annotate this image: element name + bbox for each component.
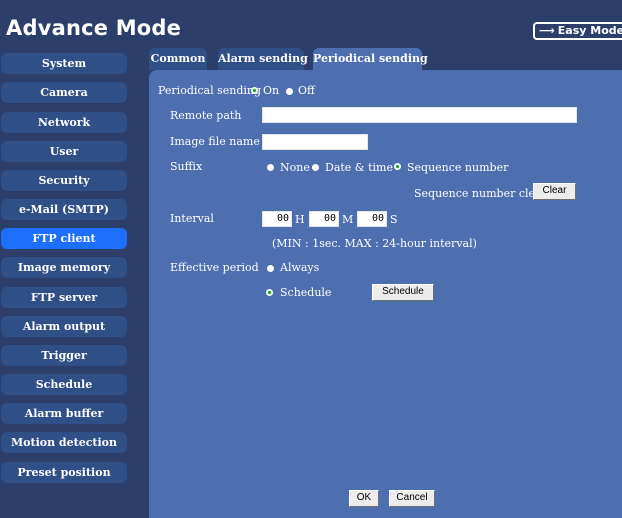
sidebar-item-alarm-output[interactable]: Alarm output	[1, 316, 127, 337]
easy-mode-button[interactable]: ⟶ Easy Mode	[533, 22, 622, 40]
sidebar-item-ftp-server[interactable]: FTP server	[1, 287, 127, 308]
interval-hours-input[interactable]: 00	[262, 211, 292, 227]
effective-period-always-radio[interactable]	[267, 265, 274, 272]
clear-button[interactable]: Clear	[533, 183, 576, 200]
tab-periodical-sending[interactable]: Periodical sending	[313, 48, 428, 70]
sidebar: System Camera Network User Security e-Ma…	[0, 48, 138, 518]
suffix-label: Suffix	[170, 160, 203, 173]
image-file-name-input[interactable]	[262, 134, 368, 150]
effective-period-schedule-label: Schedule	[280, 286, 332, 299]
interval-label: Interval	[170, 212, 214, 225]
remote-path-input[interactable]	[262, 107, 577, 123]
page-title: Advance Mode	[6, 16, 182, 40]
sidebar-item-preset-position[interactable]: Preset position	[1, 462, 127, 483]
sidebar-item-user[interactable]: User	[1, 141, 127, 162]
sidebar-item-schedule[interactable]: Schedule	[1, 374, 127, 395]
interval-hours-unit: H	[295, 213, 305, 226]
periodical-sending-on-label: On	[263, 84, 280, 97]
periodical-sending-label: Periodical sending	[158, 84, 262, 97]
sidebar-item-alarm-buffer[interactable]: Alarm buffer	[1, 403, 127, 424]
effective-period-schedule-radio[interactable]	[266, 289, 273, 296]
tab-alarm-sending[interactable]: Alarm sending	[218, 48, 308, 70]
effective-period-label: Effective period	[170, 261, 259, 274]
interval-seconds-input[interactable]: 00	[357, 211, 387, 227]
suffix-none-label: None	[280, 161, 310, 174]
suffix-sequence-number-radio[interactable]	[394, 163, 401, 170]
schedule-button[interactable]: Schedule	[372, 284, 434, 301]
suffix-none-radio[interactable]	[267, 164, 274, 171]
tab-common[interactable]: Common	[149, 48, 207, 70]
sidebar-item-image-memory[interactable]: Image memory	[1, 257, 127, 278]
interval-seconds-unit: S	[390, 213, 398, 226]
sidebar-item-trigger[interactable]: Trigger	[1, 345, 127, 366]
sidebar-item-security[interactable]: Security	[1, 170, 127, 191]
remote-path-label: Remote path	[170, 109, 242, 122]
sidebar-item-ftp-client[interactable]: FTP client	[1, 228, 127, 249]
suffix-date-time-radio[interactable]	[312, 164, 319, 171]
effective-period-always-label: Always	[280, 261, 320, 274]
cancel-button[interactable]: Cancel	[389, 490, 435, 507]
sidebar-item-camera[interactable]: Camera	[1, 82, 127, 103]
sidebar-item-motion-detection[interactable]: Motion detection	[1, 432, 127, 453]
periodical-sending-off-radio[interactable]	[286, 88, 293, 95]
interval-note: (MIN : 1sec. MAX : 24-hour interval)	[272, 237, 477, 250]
periodical-sending-off-label: Off	[298, 84, 315, 97]
ok-button[interactable]: OK	[349, 490, 379, 507]
image-file-name-label: Image file name	[170, 135, 260, 148]
sidebar-item-network[interactable]: Network	[1, 112, 127, 133]
interval-minutes-unit: M	[342, 213, 354, 226]
sidebar-item-system[interactable]: System	[1, 53, 127, 74]
suffix-date-time-label: Date & time	[325, 161, 393, 174]
interval-minutes-input[interactable]: 00	[309, 211, 339, 227]
sequence-number-clear-label: Sequence number clear	[414, 187, 547, 200]
easy-mode-label: Easy Mode	[557, 24, 622, 37]
sidebar-item-email-smtp[interactable]: e-Mail (SMTP)	[1, 199, 127, 220]
periodical-sending-on-radio[interactable]	[251, 87, 258, 94]
right-arrow-icon: ⟶	[539, 24, 555, 37]
app-window: Advance Mode ⟶ Easy Mode System Camera Ne…	[0, 0, 622, 518]
suffix-sequence-number-label: Sequence number	[407, 161, 509, 174]
